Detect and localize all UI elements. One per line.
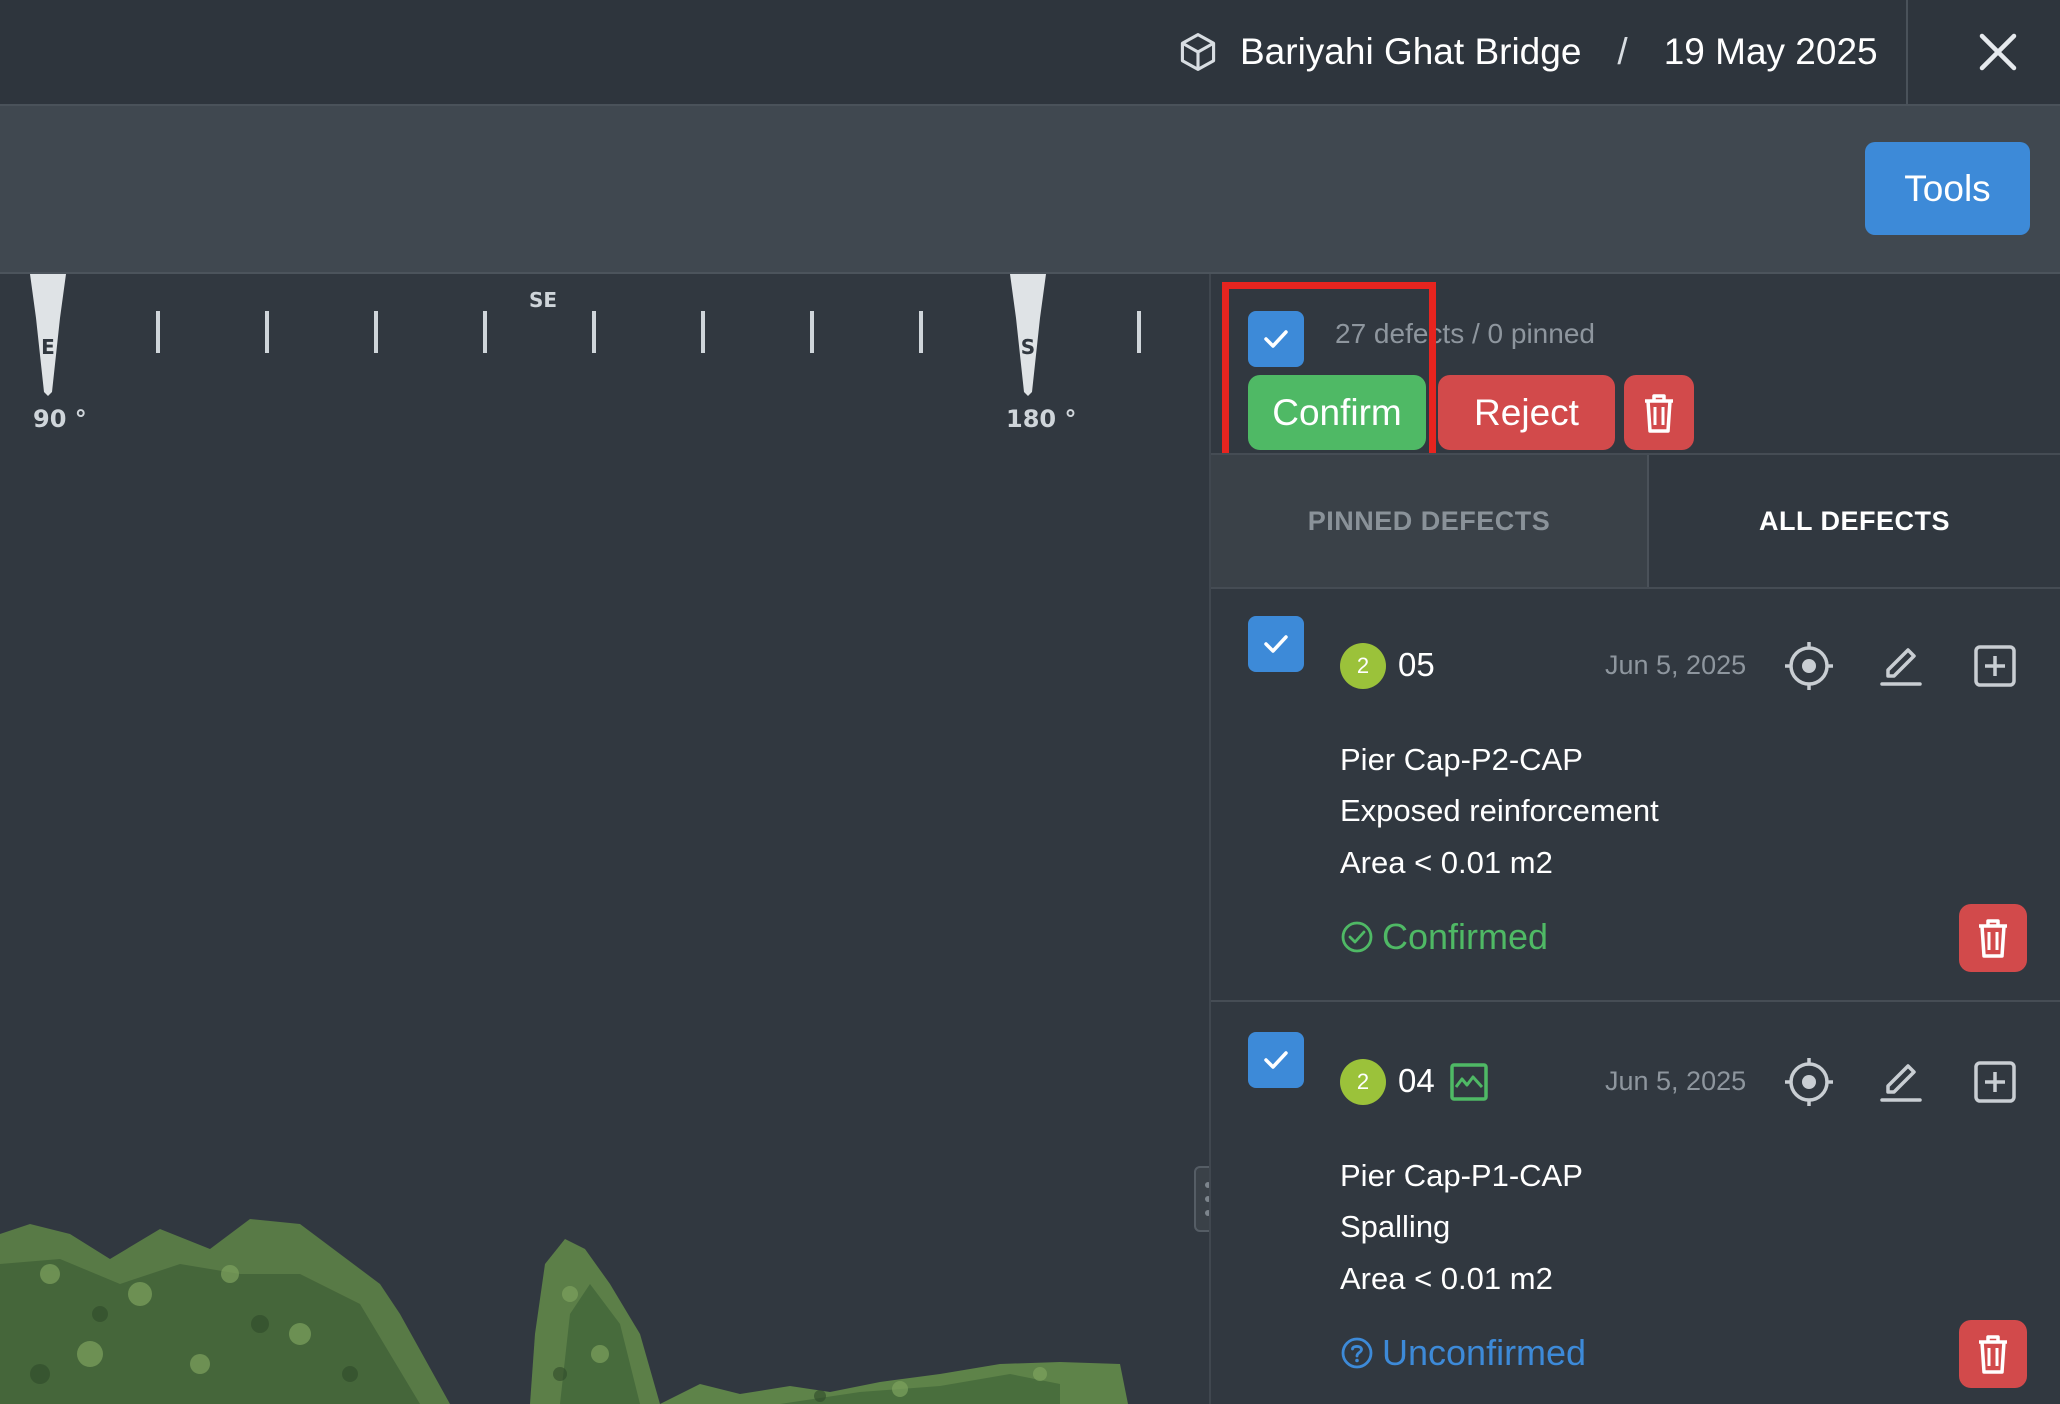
breadcrumb-separator: / <box>1617 31 1628 72</box>
reject-button[interactable]: Reject <box>1438 375 1615 450</box>
topbar-divider <box>1906 0 1908 104</box>
defect-type: Exposed reinforcement <box>1340 793 1659 828</box>
defect-tabs: PINNED DEFECTS ALL DEFECTS <box>1211 453 2060 589</box>
trash-icon <box>1979 919 2007 958</box>
compass-strip: E 90 ° SE S 180 ° <box>0 274 1141 1404</box>
compass-degree-90: 90 ° <box>33 405 87 433</box>
defect-date: Jun 5, 2025 <box>1605 650 1747 680</box>
cube-icon <box>1176 30 1220 74</box>
defect-checkbox[interactable] <box>1248 616 1304 672</box>
tab-pinned-defects[interactable]: PINNED DEFECTS <box>1211 455 1649 587</box>
delete-defect-button[interactable] <box>1959 1320 2027 1388</box>
severity-badge: 2 <box>1340 643 1386 689</box>
defect-area: Area < 0.01 m2 <box>1340 1261 1553 1296</box>
status-indicator: Unconfirmed <box>1340 1332 1586 1374</box>
breadcrumb: Bariyahi Ghat Bridge / 19 May 2025 <box>1176 0 1878 104</box>
defect-id: 04 <box>1398 1062 1435 1099</box>
toolbar <box>0 106 2060 274</box>
plus-square-icon <box>1974 1061 2016 1103</box>
compass-label-e: E <box>41 335 55 359</box>
locate-button[interactable] <box>1783 640 1835 692</box>
highlight-box <box>1222 282 1436 468</box>
image-icon[interactable] <box>1449 1062 1489 1102</box>
checkmark-icon <box>1264 635 1288 653</box>
defect-type: Spalling <box>1340 1209 1451 1244</box>
status-text: Confirmed <box>1382 916 1549 957</box>
locate-button[interactable] <box>1783 1056 1835 1108</box>
close-button[interactable] <box>1968 22 2028 82</box>
pencil-icon <box>1880 648 1922 686</box>
pencil-icon <box>1880 1064 1922 1102</box>
tab-all-defects[interactable]: ALL DEFECTS <box>1649 455 2060 587</box>
tools-button[interactable]: Tools <box>1865 142 2030 235</box>
check-circle-icon <box>1341 921 1373 953</box>
edit-button[interactable] <box>1876 1056 1928 1108</box>
defect-component: Pier Cap-P1-CAP <box>1340 1158 1583 1193</box>
3d-viewport[interactable]: E 90 ° SE S 180 ° <box>0 274 1208 1404</box>
status-text: Unconfirmed <box>1382 1332 1587 1373</box>
severity-badge: 2 <box>1340 1059 1386 1105</box>
crosshair-icon <box>1785 1058 1833 1106</box>
delete-defect-button[interactable] <box>1959 904 2027 972</box>
trash-icon <box>1979 1335 2007 1374</box>
defect-checkbox[interactable] <box>1248 1032 1304 1088</box>
question-circle-icon <box>1341 1337 1373 1369</box>
compass-degree-180: 180 ° <box>1006 405 1076 433</box>
defect-date: Jun 5, 2025 <box>1605 1066 1747 1096</box>
survey-date[interactable]: 19 May 2025 <box>1664 31 1878 73</box>
crosshair-icon <box>1785 642 1833 690</box>
plus-square-icon <box>1974 645 2016 687</box>
defect-id: 05 <box>1398 646 1435 683</box>
status-indicator: Confirmed <box>1340 916 1548 958</box>
defect-component: Pier Cap-P2-CAP <box>1340 742 1583 777</box>
project-name[interactable]: Bariyahi Ghat Bridge <box>1240 31 1581 73</box>
add-button[interactable] <box>1969 640 2021 692</box>
defect-card[interactable] <box>1211 1002 2060 1404</box>
delete-selected-button[interactable] <box>1624 375 1694 450</box>
compass-label-se: SE <box>529 288 557 312</box>
close-icon <box>1979 33 2017 71</box>
checkmark-icon <box>1264 1051 1288 1069</box>
defect-area: Area < 0.01 m2 <box>1340 845 1553 880</box>
terrain-model <box>0 1219 1128 1404</box>
add-button[interactable] <box>1969 1056 2021 1108</box>
compass-ticks <box>156 311 1141 353</box>
trash-icon <box>1645 393 1673 433</box>
edit-button[interactable] <box>1876 640 1928 692</box>
compass-label-s: S <box>1021 335 1035 359</box>
